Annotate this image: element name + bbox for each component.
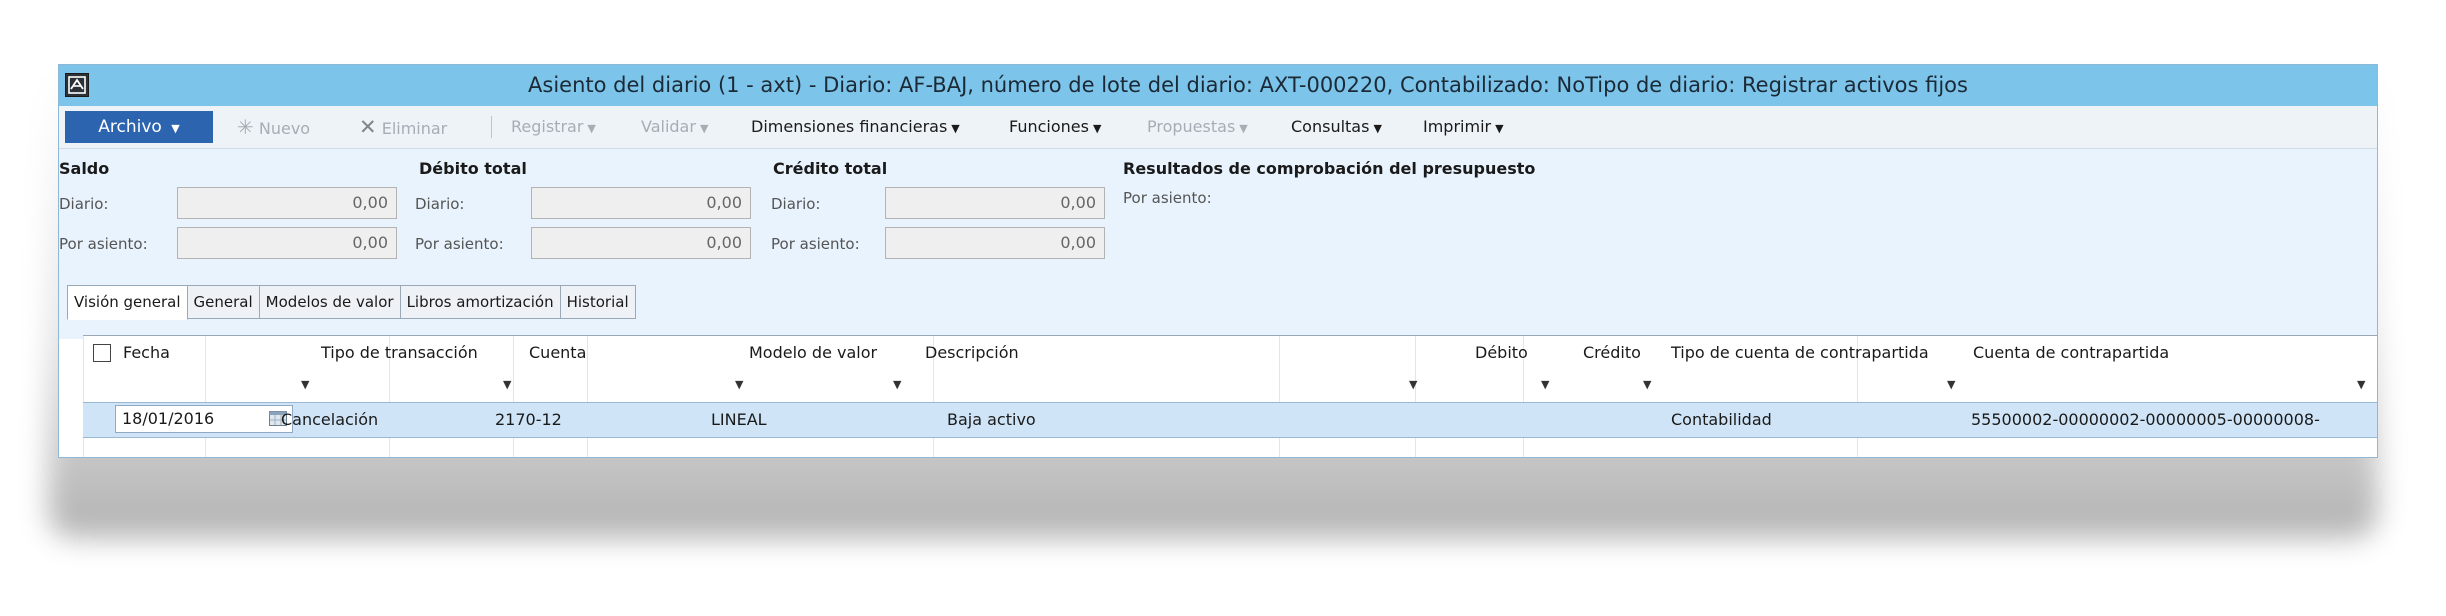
funciones-label: Funciones bbox=[1009, 117, 1089, 136]
column-header-debito[interactable]: Débito bbox=[1475, 336, 1528, 370]
imprimir-label: Imprimir bbox=[1423, 117, 1492, 136]
table-row[interactable]: 18/01/2016 Cancelación 2170-12 LINEAL Ba… bbox=[83, 402, 2377, 438]
app-icon[interactable] bbox=[65, 73, 89, 97]
tab-libros-amortizacion[interactable]: Libros amortización bbox=[400, 285, 561, 319]
column-divider bbox=[205, 336, 206, 457]
column-header-tipo-contrapartida[interactable]: Tipo de cuenta de contrapartida bbox=[1671, 336, 1929, 370]
saldo-asiento-label: Por asiento: bbox=[59, 235, 148, 253]
dimensiones-label: Dimensiones financieras bbox=[751, 117, 948, 136]
propuestas-label: Propuestas bbox=[1147, 117, 1236, 136]
credito-cell[interactable] bbox=[1543, 403, 1643, 437]
chevron-down-icon: ▼ bbox=[1239, 122, 1248, 135]
chevron-down-icon: ▼ bbox=[587, 122, 596, 135]
credito-asiento-field[interactable]: 0,00 bbox=[885, 227, 1105, 259]
column-header-cuenta[interactable]: Cuenta bbox=[529, 336, 586, 370]
chevron-down-icon: ▼ bbox=[1495, 122, 1504, 135]
saldo-diario-field[interactable]: 0,00 bbox=[177, 187, 397, 219]
fecha-value: 18/01/2016 bbox=[122, 409, 215, 428]
filter-dropdown-icon[interactable]: ▼ bbox=[893, 370, 901, 400]
credito-diario-label: Diario: bbox=[771, 195, 821, 213]
saldo-heading: Saldo bbox=[59, 159, 110, 178]
column-divider bbox=[83, 336, 84, 457]
propuestas-menu[interactable]: Propuestas ▼ bbox=[1147, 106, 1248, 148]
column-header-descripcion[interactable]: Descripción bbox=[925, 336, 1019, 370]
validar-label: Validar bbox=[641, 117, 696, 136]
chevron-down-icon: ▼ bbox=[1092, 122, 1102, 135]
debito-asiento-field[interactable]: 0,00 bbox=[531, 227, 751, 259]
debito-diario-label: Diario: bbox=[415, 195, 465, 213]
column-divider bbox=[587, 336, 588, 457]
toolbar-separator bbox=[491, 116, 492, 138]
filter-dropdown-icon[interactable]: ▼ bbox=[735, 370, 743, 400]
tab-general[interactable]: General bbox=[187, 285, 260, 319]
debito-diario-field[interactable]: 0,00 bbox=[531, 187, 751, 219]
chevron-down-icon: ▼ bbox=[1373, 122, 1382, 135]
tipo-transaccion-cell[interactable]: Cancelación bbox=[281, 403, 461, 437]
column-header-fecha[interactable]: Fecha bbox=[123, 336, 170, 370]
debito-asiento-label: Por asiento: bbox=[415, 235, 504, 253]
cuenta-cell[interactable]: 2170-12 bbox=[495, 403, 675, 437]
tab-strip: Visión general General Modelos de valor … bbox=[67, 285, 636, 320]
column-header-tipo-transaccion[interactable]: Tipo de transacción bbox=[321, 336, 478, 370]
debito-heading: Débito total bbox=[419, 159, 527, 178]
filter-dropdown-icon[interactable]: ▼ bbox=[301, 370, 309, 400]
title-bar: Asiento del diario (1 - axt) - Diario: A… bbox=[59, 65, 2377, 106]
filter-dropdown-icon[interactable]: ▼ bbox=[1643, 370, 1651, 400]
presupuesto-heading: Resultados de comprobación del presupues… bbox=[1123, 159, 1536, 178]
registrar-menu[interactable]: Registrar ▼ bbox=[511, 106, 596, 148]
chevron-down-icon: ▼ bbox=[951, 122, 960, 135]
credito-heading: Crédito total bbox=[773, 159, 888, 178]
column-divider bbox=[1279, 336, 1280, 457]
imprimir-menu[interactable]: Imprimir ▼ bbox=[1423, 106, 1504, 148]
column-divider bbox=[513, 336, 514, 457]
archivo-label: Archivo bbox=[98, 117, 162, 137]
saldo-diario-label: Diario: bbox=[59, 195, 109, 213]
saldo-asiento-field[interactable]: 0,00 bbox=[177, 227, 397, 259]
fecha-input[interactable]: 18/01/2016 bbox=[115, 405, 293, 433]
asterisk-icon: ✳ bbox=[237, 115, 254, 139]
presupuesto-asiento-label: Por asiento: bbox=[1123, 189, 1212, 207]
funciones-menu[interactable]: Funciones ▼ bbox=[1009, 106, 1101, 148]
select-all-checkbox[interactable] bbox=[93, 344, 111, 362]
delete-x-icon: ✕ bbox=[359, 115, 377, 139]
chevron-down-icon: ▼ bbox=[171, 122, 180, 135]
filter-dropdown-icon[interactable]: ▼ bbox=[2357, 370, 2365, 400]
journal-lines-grid: Fecha Tipo de transacción Cuenta Modelo … bbox=[83, 335, 2378, 458]
nuevo-label: Nuevo bbox=[258, 119, 311, 138]
registrar-label: Registrar bbox=[511, 117, 584, 136]
cuenta-contrapartida-cell[interactable]: 55500002-00000002-00000005-00000008- bbox=[1971, 403, 2371, 437]
column-divider bbox=[2377, 336, 2378, 458]
journal-window: Asiento del diario (1 - axt) - Diario: A… bbox=[58, 64, 2378, 458]
dimensiones-menu[interactable]: Dimensiones financieras ▼ bbox=[751, 106, 960, 148]
eliminar-button[interactable]: ✕ Eliminar bbox=[359, 106, 447, 148]
filter-dropdown-icon[interactable]: ▼ bbox=[1947, 370, 1955, 400]
descripcion-cell[interactable]: Baja activo bbox=[947, 403, 1247, 437]
credito-diario-field[interactable]: 0,00 bbox=[885, 187, 1105, 219]
action-pane: Archivo ▼ ✳ Nuevo ✕ Eliminar Registrar ▼ … bbox=[59, 106, 2377, 149]
filter-dropdown-icon[interactable]: ▼ bbox=[1541, 370, 1549, 400]
tab-vision-general[interactable]: Visión general bbox=[67, 285, 188, 320]
filter-dropdown-icon[interactable]: ▼ bbox=[503, 370, 511, 400]
chevron-down-icon: ▼ bbox=[699, 122, 709, 135]
debito-cell[interactable] bbox=[1423, 403, 1523, 437]
validar-menu[interactable]: Validar ▼ bbox=[641, 106, 708, 148]
filter-dropdown-icon[interactable]: ▼ bbox=[1409, 370, 1417, 400]
tab-historial[interactable]: Historial bbox=[560, 285, 636, 319]
eliminar-label: Eliminar bbox=[381, 119, 448, 138]
tipo-contrapartida-cell[interactable]: Contabilidad bbox=[1671, 403, 1971, 437]
tab-modelos-de-valor[interactable]: Modelos de valor bbox=[259, 285, 401, 319]
consultas-label: Consultas bbox=[1291, 117, 1370, 136]
column-header-credito[interactable]: Crédito bbox=[1583, 336, 1641, 370]
column-header-modelo-valor[interactable]: Modelo de valor bbox=[749, 336, 877, 370]
archivo-button[interactable]: Archivo ▼ bbox=[65, 111, 213, 143]
modelo-valor-cell[interactable]: LINEAL bbox=[711, 403, 891, 437]
column-header-cuenta-contrapartida[interactable]: Cuenta de contrapartida bbox=[1973, 336, 2169, 370]
credito-asiento-label: Por asiento: bbox=[771, 235, 860, 253]
window-title: Asiento del diario (1 - axt) - Diario: A… bbox=[528, 73, 1968, 97]
consultas-menu[interactable]: Consultas ▼ bbox=[1291, 106, 1382, 148]
nuevo-button[interactable]: ✳ Nuevo bbox=[237, 106, 310, 148]
